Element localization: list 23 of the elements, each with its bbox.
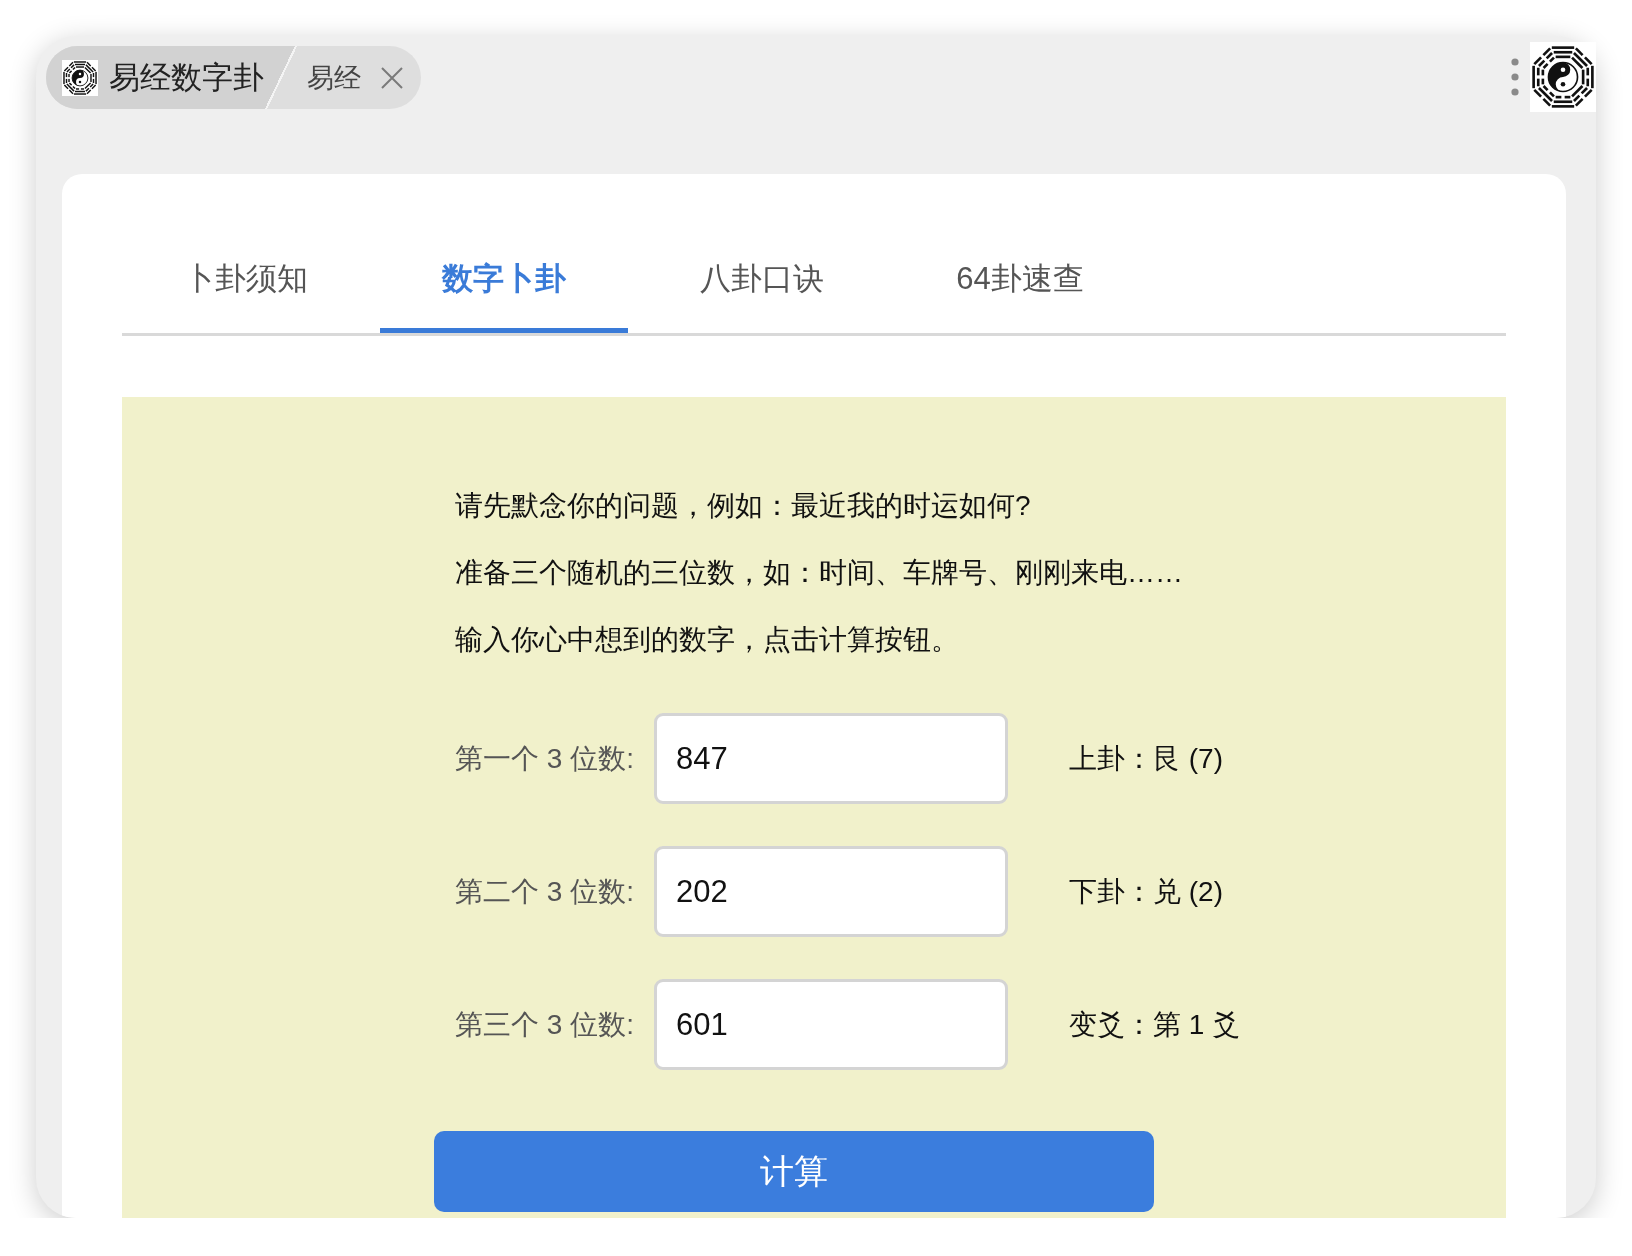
instruction-text: 准备三个随机的三位数，如：时间、车牌号、刚刚来电……	[455, 556, 1183, 590]
field-label: 第三个 3 位数:	[455, 1008, 634, 1040]
tab[interactable]: 卜卦须知	[122, 230, 370, 333]
yin-yang-trigram-icon	[1530, 42, 1596, 112]
kebab-menu-icon[interactable]	[1511, 58, 1519, 96]
browser-tab[interactable]: 易经数字卦	[46, 46, 297, 109]
input-field[interactable]: 202	[654, 846, 1008, 937]
input-field[interactable]: 847	[654, 713, 1008, 804]
input-field[interactable]: 601	[654, 979, 1008, 1070]
result-text: 上卦：艮 (7)	[1069, 741, 1223, 776]
tab[interactable]: 八卦口诀	[638, 230, 886, 333]
calculate-button[interactable]: 计算	[434, 1131, 1154, 1212]
yin-yang-trigram-icon	[62, 59, 98, 96]
result-text: 下卦：兑 (2)	[1069, 874, 1223, 909]
instruction-text: 请先默念你的问题，例如：最近我的时运如何?	[455, 489, 1031, 523]
browser-tab[interactable]: 易经	[297, 46, 421, 109]
result-text: 变爻：第 1 爻	[1069, 1007, 1241, 1042]
field-label: 第二个 3 位数:	[455, 875, 634, 907]
tab[interactable]: 64卦速查	[896, 230, 1144, 333]
instruction-text: 输入你心中想到的数字，点击计算按钮。	[455, 623, 959, 657]
close-icon[interactable]	[380, 65, 404, 90]
tab[interactable]: 数字卜卦	[380, 230, 628, 333]
field-label: 第一个 3 位数:	[455, 742, 634, 774]
